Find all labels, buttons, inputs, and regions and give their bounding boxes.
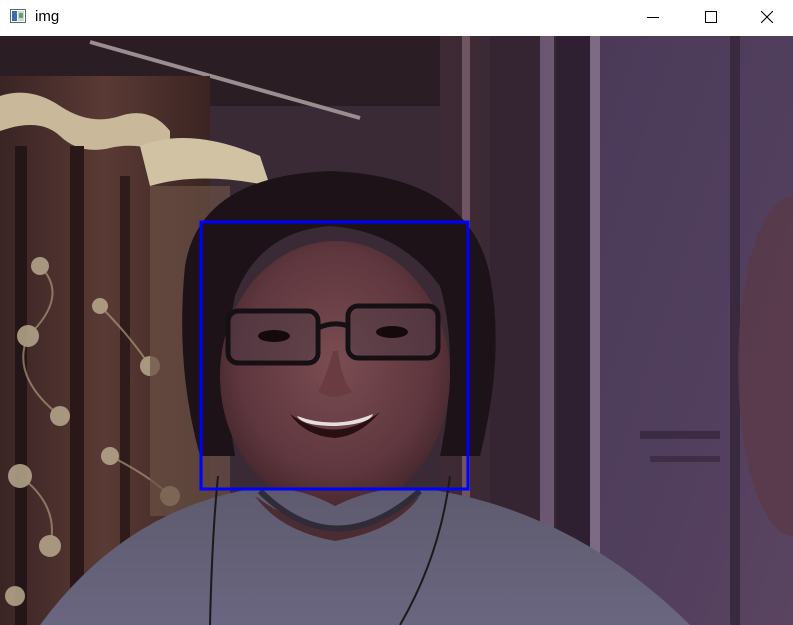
- window-title: img: [35, 8, 60, 25]
- minimize-button[interactable]: [624, 0, 682, 34]
- webcam-photo: [0, 36, 793, 625]
- displayed-image: [0, 36, 793, 625]
- close-icon: [760, 11, 773, 23]
- close-button[interactable]: [740, 0, 793, 34]
- image-viewer-window: img: [0, 0, 793, 625]
- title-bar[interactable]: img: [0, 0, 793, 34]
- minimize-icon: [647, 17, 659, 18]
- maximize-icon: [705, 11, 717, 23]
- image-window-icon: [10, 9, 26, 23]
- maximize-button[interactable]: [682, 0, 740, 34]
